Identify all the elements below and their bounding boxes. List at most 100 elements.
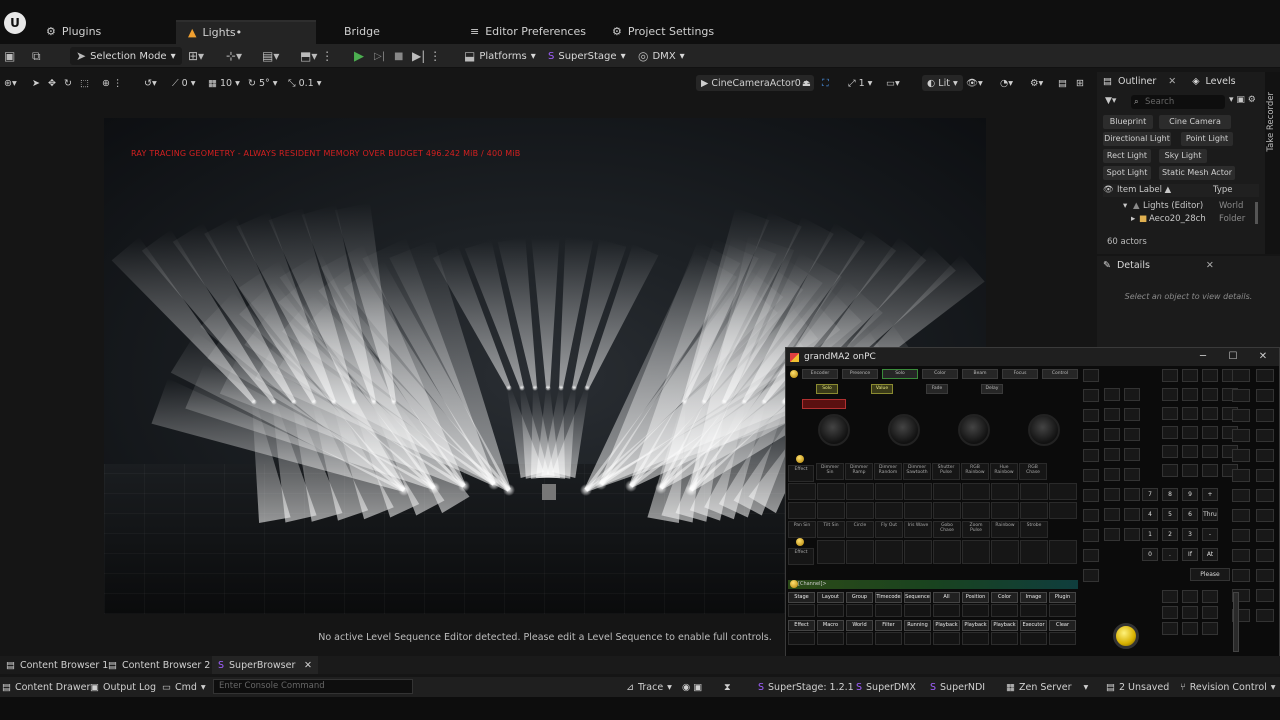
details-title[interactable]: Details: [1117, 260, 1150, 271]
encoder-page-button[interactable]: Color: [922, 369, 958, 379]
pool-slot[interactable]: [1049, 604, 1076, 617]
effect-executor[interactable]: Shutter Pulse: [932, 463, 960, 480]
output-log-button[interactable]: ▣ Output Log: [90, 679, 156, 695]
grid-snap-button[interactable]: ▦ 10 ▾: [208, 75, 240, 91]
pool-button[interactable]: All: [933, 592, 960, 603]
executor-slot[interactable]: [991, 502, 1019, 519]
pool-slot[interactable]: [904, 604, 931, 617]
pool-slot[interactable]: [875, 632, 902, 645]
console-key[interactable]: [1162, 606, 1178, 619]
effect-executor[interactable]: Strobe: [1020, 521, 1048, 538]
console-key[interactable]: [1124, 448, 1140, 461]
outliner-row-folder[interactable]: ▸ ■ Aeco20_28ch Folder: [1103, 213, 1259, 226]
keypad-key[interactable]: 6: [1182, 508, 1198, 521]
effect-executor[interactable]: Iris Wave: [904, 521, 932, 538]
close-icon[interactable]: ✕: [304, 660, 312, 671]
encoder-page-button[interactable]: Encoder: [802, 369, 838, 379]
select-tool-icon[interactable]: ➤: [32, 75, 40, 91]
unsaved-button[interactable]: ▤ 2 Unsaved: [1106, 679, 1169, 695]
eject-icon[interactable]: ⏏: [802, 75, 811, 91]
cmd-dropdown[interactable]: ▭ Cmd ▾: [162, 679, 206, 695]
console-key[interactable]: [1083, 529, 1099, 542]
console-key[interactable]: [1104, 468, 1120, 481]
keypad-key[interactable]: 4: [1142, 508, 1158, 521]
filter-static-mesh-actor[interactable]: Static Mesh Actor: [1159, 166, 1235, 180]
levels-tab[interactable]: Levels: [1206, 76, 1236, 87]
console-key[interactable]: [1202, 590, 1218, 603]
effect-executor[interactable]: Circle: [846, 521, 874, 538]
effect-executor[interactable]: Pan Sin: [788, 521, 816, 538]
content-drawer-button[interactable]: ▤ Content Drawer: [2, 679, 90, 695]
encoder-knob-icon[interactable]: [888, 414, 920, 446]
hourglass-icon[interactable]: ⧗: [724, 679, 731, 695]
console-key[interactable]: [1104, 388, 1120, 401]
close-icon[interactable]: ✕: [1168, 76, 1176, 87]
console-key[interactable]: [1162, 369, 1178, 382]
minimize-icon[interactable]: ─: [1193, 349, 1213, 365]
keypad-key[interactable]: 7: [1142, 488, 1158, 501]
effect-executor[interactable]: Rainbow: [991, 521, 1019, 538]
console-key[interactable]: [1124, 408, 1140, 421]
effect-executor[interactable]: Dimmer Sin: [816, 463, 844, 480]
effect-executor[interactable]: Fly Out: [875, 521, 903, 538]
console-key[interactable]: [1202, 407, 1218, 420]
console-key[interactable]: [1124, 388, 1140, 401]
pool-slot[interactable]: [904, 632, 931, 645]
view-button[interactable]: [1232, 529, 1250, 542]
angle-snap-button[interactable]: ↻ 5° ▾: [248, 75, 278, 91]
superndi-button[interactable]: S SuperNDI: [930, 679, 985, 695]
unreal-logo-icon[interactable]: U: [4, 12, 26, 34]
encoder-mode-button[interactable]: Value: [871, 384, 893, 394]
keypad-key[interactable]: If: [1182, 548, 1198, 561]
effect-executor[interactable]: Hue Rainbow: [990, 463, 1018, 480]
view-button[interactable]: [1232, 449, 1250, 462]
console-key[interactable]: [1202, 606, 1218, 619]
pool-button[interactable]: Position: [962, 592, 989, 603]
effect-executor[interactable]: Zoom Pulse: [962, 521, 990, 538]
pool-button[interactable]: World: [846, 620, 873, 631]
view-button[interactable]: [1232, 369, 1250, 382]
pool-button[interactable]: Filter: [875, 620, 902, 631]
effect-executor[interactable]: Dimmer Ramp: [845, 463, 873, 480]
pool-slot[interactable]: [788, 632, 815, 645]
view-button[interactable]: [1232, 429, 1250, 442]
revision-control-dropdown[interactable]: ⑂ Revision Control ▾: [1180, 679, 1276, 695]
zen-server-dropdown[interactable]: ▦ Zen Server ▾: [1006, 679, 1088, 695]
console-key[interactable]: [1202, 426, 1218, 439]
executor-slot[interactable]: [991, 540, 1019, 564]
pool-button[interactable]: Executor: [1020, 620, 1047, 631]
view-button[interactable]: [1232, 549, 1250, 562]
keypad-key[interactable]: 8: [1162, 488, 1178, 501]
executor-slot[interactable]: [933, 502, 961, 519]
executor-slot[interactable]: [846, 483, 874, 500]
executor-slot[interactable]: [846, 540, 874, 564]
dmx-dropdown[interactable]: ◎ DMX ▾: [638, 47, 685, 65]
filter-directional-light[interactable]: Directional Light: [1103, 132, 1171, 146]
platforms-dropdown[interactable]: ⬓ Platforms ▾: [464, 47, 536, 65]
trace-dropdown[interactable]: ⊿ Trace ▾: [626, 679, 672, 695]
close-icon[interactable]: ✕: [1253, 349, 1273, 365]
encoder-page-button[interactable]: Focus: [1002, 369, 1038, 379]
view-button[interactable]: [1256, 589, 1274, 602]
keypad-key[interactable]: 2: [1162, 528, 1178, 541]
pool-button[interactable]: Image: [1020, 592, 1047, 603]
executor-slot[interactable]: [933, 483, 961, 500]
console-key[interactable]: [1083, 429, 1099, 442]
executor-slot[interactable]: [1020, 502, 1048, 519]
console-key[interactable]: [1182, 369, 1198, 382]
filter-sky-light[interactable]: Sky Light: [1159, 149, 1207, 163]
pool-button[interactable]: Timecode: [875, 592, 902, 603]
blueprint-button[interactable]: ⊹▾: [226, 47, 242, 65]
outliner-search-input[interactable]: ⌕ Search: [1131, 95, 1225, 109]
grandma2-window[interactable]: grandMA2 onPC ─ ☐ ✕ Encoder Presence Solo C…: [785, 347, 1280, 660]
build-button[interactable]: ⬒▾ ⋮: [300, 47, 333, 65]
view-button[interactable]: [1256, 469, 1274, 482]
pool-slot[interactable]: [933, 604, 960, 617]
console-key[interactable]: [1162, 426, 1178, 439]
console-key[interactable]: [1104, 448, 1120, 461]
filter-icon[interactable]: ▼▾: [1105, 96, 1116, 106]
executor-slot[interactable]: [904, 540, 932, 564]
executor-slot[interactable]: [1020, 483, 1048, 500]
console-key[interactable]: [1104, 408, 1120, 421]
rotate-snap-button[interactable]: ⟋ 0 ▾: [172, 75, 195, 91]
